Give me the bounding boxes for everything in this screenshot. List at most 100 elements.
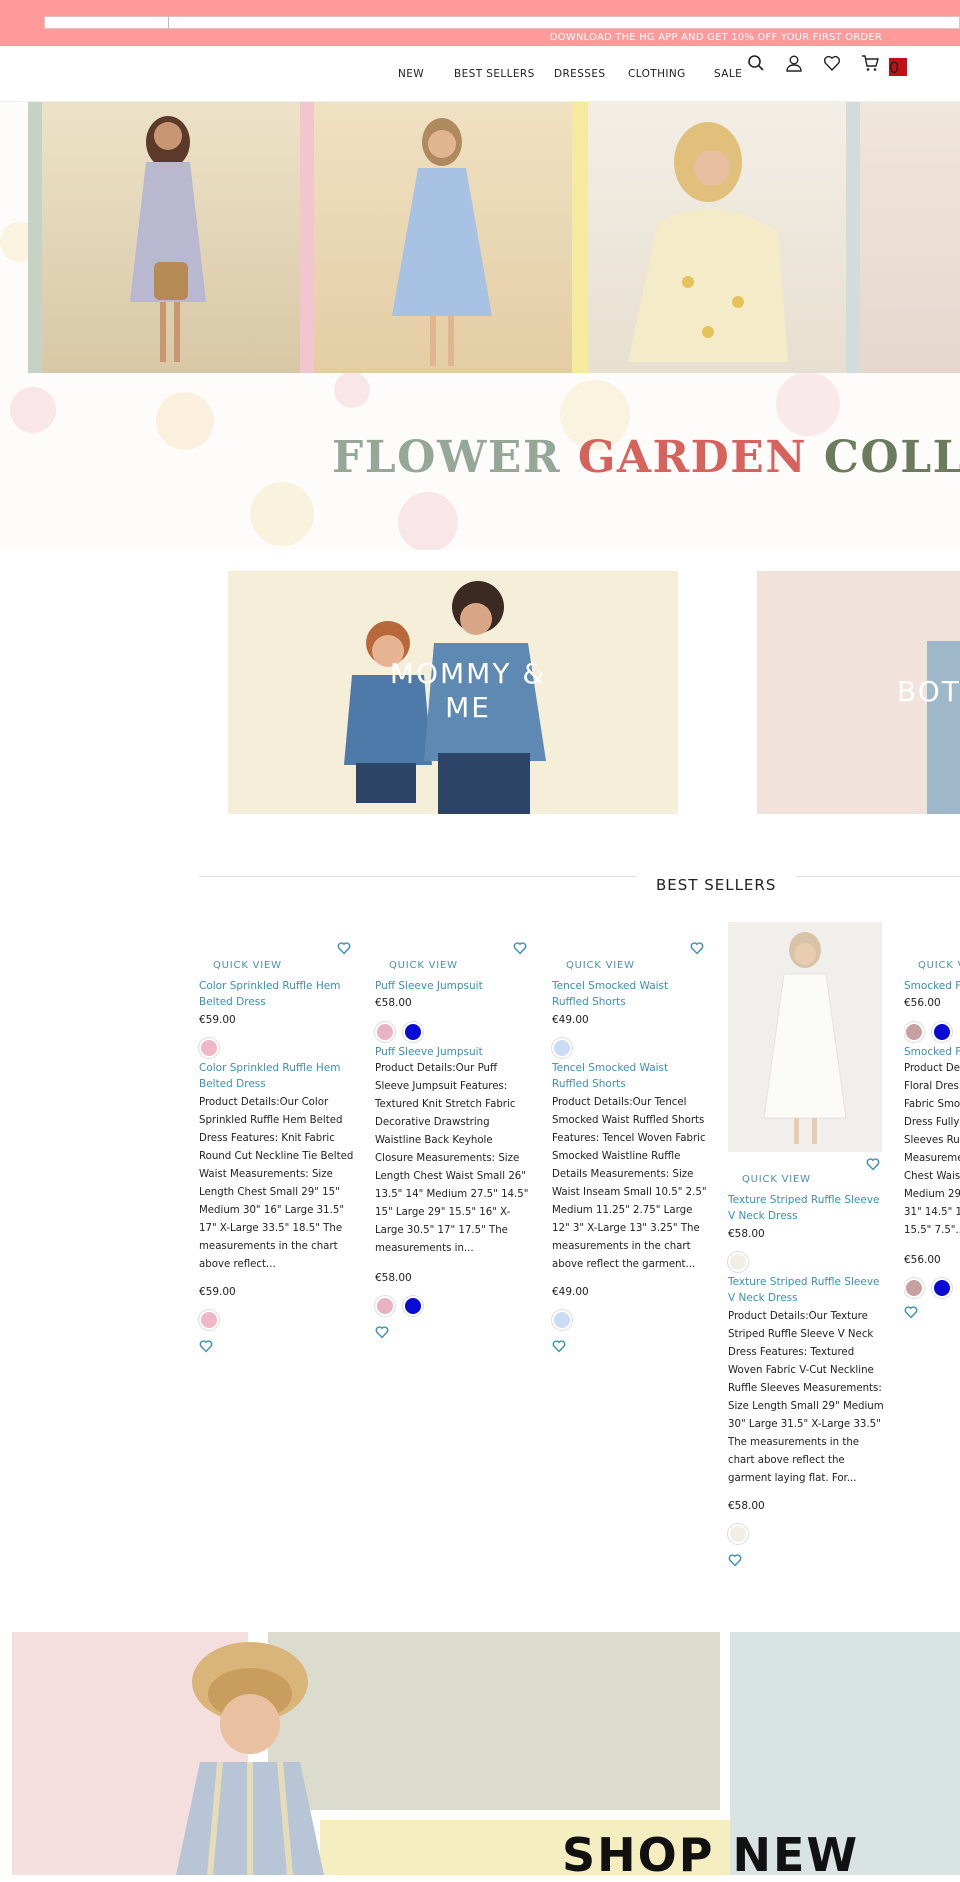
color-swatches (199, 1310, 227, 1334)
wishlist-heart-icon[interactable] (904, 1304, 918, 1319)
color-swatch[interactable] (728, 1252, 748, 1272)
description-line: Product De (904, 1063, 960, 1074)
best-sellers-title: BEST SELLERS (656, 876, 777, 894)
wishlist-heart-icon[interactable] (337, 940, 351, 955)
search-strip[interactable] (44, 16, 960, 29)
wishlist-heart-icon[interactable] (552, 1338, 566, 1353)
product-price: €49.00 (552, 1014, 589, 1026)
product-name-secondary[interactable]: Smocked F (904, 1044, 960, 1060)
color-swatch[interactable] (375, 1022, 395, 1042)
product-image[interactable] (728, 922, 882, 1152)
nav-item-sale[interactable]: SALE (714, 68, 742, 80)
wishlist-icon[interactable] (823, 54, 843, 74)
nav-item-best-sellers[interactable]: BEST SELLERS (454, 68, 535, 80)
color-swatches (904, 1022, 960, 1046)
color-swatch[interactable] (932, 1022, 952, 1042)
product-description: Product Details:Our Texture Striped Ruff… (728, 1311, 884, 1484)
product-name[interactable]: Color Sprinkled Ruffle Hem Belted Dress (199, 978, 355, 1010)
color-swatch[interactable] (728, 1524, 748, 1544)
quick-view-button[interactable]: QUICK VIEW (742, 1174, 811, 1185)
hero-photo-partial (860, 102, 960, 373)
product-price: €49.00 (552, 1286, 589, 1298)
color-swatch[interactable] (375, 1296, 395, 1316)
quick-view-button[interactable]: QUICK VIEW (389, 960, 458, 971)
hero-photo-girl-sitting (588, 102, 846, 373)
promo-text[interactable]: DOWNLOAD THE HG APP AND GET 10% OFF YOUR… (550, 32, 882, 43)
color-swatch[interactable] (904, 1278, 924, 1298)
banner-title: BOT (897, 675, 960, 708)
product-description: Product Details:Our Color Sprinkled Ruff… (199, 1097, 354, 1270)
wishlist-heart-icon[interactable] (375, 1324, 389, 1339)
product-price: €59.00 (199, 1286, 236, 1298)
color-swatch[interactable] (403, 1022, 423, 1042)
hero-photo-divider (846, 102, 860, 373)
hero-photo-divider (300, 102, 314, 373)
collection-title[interactable]: FLOWER GARDEN COLL (332, 432, 960, 483)
quick-view-button[interactable]: QUICK VIEW (566, 960, 635, 971)
banner-photo (927, 641, 960, 814)
product-name-secondary[interactable]: Puff Sleeve Jumpsuit (375, 1044, 483, 1060)
product-price: €59.00 (199, 1014, 236, 1026)
search-icon[interactable] (747, 54, 767, 74)
promo-bar: DOWNLOAD THE HG APP AND GET 10% OFF YOUR… (0, 0, 960, 46)
cart-icon[interactable] (861, 54, 881, 74)
divider (796, 876, 960, 877)
banner-bottoms[interactable]: BOT (757, 571, 960, 814)
flower-decoration (776, 372, 840, 436)
color-swatch[interactable] (403, 1296, 423, 1316)
color-swatches (728, 1524, 756, 1548)
color-swatches (199, 1038, 227, 1062)
product-description: Product Details:Our Tencel Smocked Waist… (552, 1097, 707, 1270)
banner-photo-girl-hat (176, 1642, 324, 1875)
account-icon[interactable] (785, 54, 805, 74)
divider (199, 876, 637, 877)
quick-view-button[interactable]: QUICK VIEW (213, 960, 282, 971)
wishlist-heart-icon[interactable] (728, 1552, 742, 1567)
wishlist-heart-icon[interactable] (199, 1338, 213, 1353)
banner-mommy-and-me[interactable]: MOMMY & ME (228, 571, 678, 814)
color-swatch[interactable] (904, 1022, 924, 1042)
product-name-secondary[interactable]: Texture Striped Ruffle Sleeve V Neck Dre… (728, 1274, 884, 1306)
description-line: Chest Wais (904, 1171, 960, 1182)
description-line: Sleeves Ruf (904, 1135, 960, 1146)
product-description: Product Details:Our Puff Sleeve Jumpsuit… (375, 1063, 529, 1254)
wishlist-heart-icon[interactable] (866, 1156, 880, 1171)
banner-title-line2: ME (445, 690, 491, 724)
product-price: €56.00 (904, 1254, 941, 1266)
quick-view-button[interactable]: QUICK VIEW (918, 960, 960, 971)
wishlist-heart-icon[interactable] (690, 940, 704, 955)
main-nav: NEW BEST SELLERS DRESSES CLOTHING SALE (0, 46, 960, 102)
color-swatches (904, 1278, 960, 1302)
color-swatches (375, 1022, 431, 1046)
flower-decoration (250, 482, 314, 546)
color-swatches (375, 1296, 431, 1320)
wishlist-heart-icon[interactable] (513, 940, 527, 955)
product-name[interactable]: Tencel Smocked Waist Ruffled Shorts (552, 978, 708, 1010)
product-price: €56.00 (904, 997, 941, 1009)
product-name[interactable]: Puff Sleeve Jumpsuit (375, 978, 483, 994)
description-line: Medium 29 (904, 1189, 960, 1200)
hero-photo-girl-basket (28, 102, 300, 373)
flower-decoration (398, 492, 458, 550)
product-price: €58.00 (375, 997, 412, 1009)
nav-item-dresses[interactable]: DRESSES (554, 68, 605, 80)
product-card[interactable]: QUICK VIEW Smocked F €56.00 Smocked F Pr… (904, 940, 960, 1340)
product-name[interactable]: Texture Striped Ruffle Sleeve V Neck Dre… (728, 1192, 884, 1224)
color-swatch[interactable] (552, 1038, 572, 1058)
color-swatch[interactable] (199, 1310, 219, 1330)
nav-item-new[interactable]: NEW (398, 68, 424, 80)
nav-item-clothing[interactable]: CLOTHING (628, 68, 686, 80)
description-line: Measureme (904, 1153, 960, 1164)
product-name-secondary[interactable]: Tencel Smocked Waist Ruffled Shorts (552, 1060, 708, 1092)
collection-word-garden: GARDEN (577, 432, 808, 483)
color-swatch[interactable] (199, 1038, 219, 1058)
color-swatch[interactable] (932, 1278, 952, 1298)
color-swatches (552, 1038, 580, 1062)
color-swatch[interactable] (552, 1310, 572, 1330)
product-name-secondary[interactable]: Color Sprinkled Ruffle Hem Belted Dress (199, 1060, 355, 1092)
shop-new-headline[interactable]: SHOP NEW (562, 1828, 859, 1882)
divider (168, 16, 169, 29)
hero-photo-divider (572, 102, 588, 373)
product-price: €58.00 (728, 1500, 765, 1512)
product-name[interactable]: Smocked F (904, 978, 960, 994)
